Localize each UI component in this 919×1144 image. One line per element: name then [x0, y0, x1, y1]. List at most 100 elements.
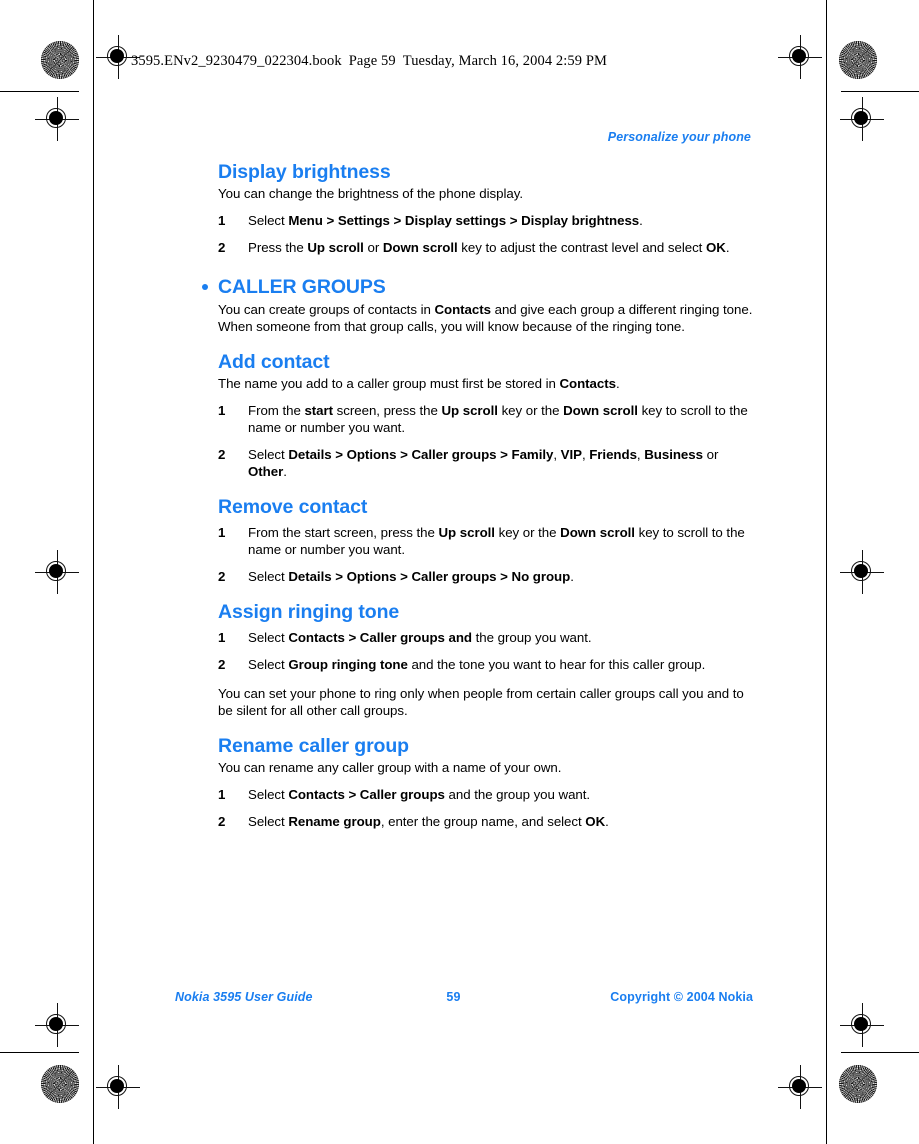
plain-text: Press the: [248, 240, 308, 255]
vertical-spacer: [218, 256, 753, 276]
step-number: 1: [218, 403, 226, 418]
plain-text: Select: [248, 569, 289, 584]
vertical-spacer: [218, 480, 753, 496]
emphasis-text: Up scroll: [441, 403, 498, 418]
vertical-spacer: [218, 776, 753, 786]
section-heading-text: Remove contact: [218, 496, 368, 518]
numbered-step-list: 1 From the start screen, press the Up scr…: [218, 524, 753, 585]
plain-text: key or the: [497, 403, 564, 418]
step-number: 2: [218, 240, 226, 255]
emphasis-text: Rename group: [288, 814, 381, 829]
plain-text: You can create groups of contacts in: [218, 302, 435, 317]
emphasis-text: Other: [248, 464, 284, 479]
plain-text: From the: [248, 403, 305, 418]
section-bullet-icon: [202, 284, 208, 290]
plain-text: .: [283, 464, 287, 479]
emphasis-text: OK: [585, 814, 606, 829]
emphasis-text: Down scroll: [560, 525, 635, 540]
step-item: 1 Select Contacts > Caller groups and the…: [218, 786, 753, 803]
emphasis-text: Contacts: [559, 376, 616, 391]
page-content: Display brightness You can change the bri…: [202, 161, 753, 830]
emphasis-text: VIP: [560, 447, 582, 462]
plain-text: From the start screen, press the: [248, 525, 439, 540]
step-item: 2 Select Group ringing tone and the tone …: [218, 656, 753, 673]
document-page: Personalize your phone Display brightnes…: [0, 0, 919, 1144]
plain-text: key to adjust the contrast level and sel…: [457, 240, 706, 255]
section-heading-text: Assign ringing tone: [218, 601, 400, 623]
section-intro-paragraph: You can change the brightness of the pho…: [218, 186, 523, 201]
plain-text: the group you want.: [472, 630, 592, 645]
footer-page-number: 59: [446, 990, 461, 1004]
plain-text: Select: [248, 657, 289, 672]
plain-text: Select: [248, 447, 289, 462]
section-heading-text: Display brightness: [218, 161, 391, 183]
running-head: Personalize your phone: [607, 130, 751, 144]
plain-text: .: [570, 569, 574, 584]
section-heading-text: CALLER GROUPS: [218, 276, 386, 298]
plain-text: screen, press the: [333, 403, 442, 418]
emphasis-text: Contacts > Caller groups and: [288, 630, 472, 645]
emphasis-text: Details > Options > Caller groups > No g…: [288, 569, 571, 584]
step-number: 2: [218, 814, 226, 829]
plain-text: Select: [248, 213, 289, 228]
emphasis-text: Menu > Settings > Display settings > Dis…: [288, 213, 640, 228]
vertical-spacer: [218, 585, 753, 601]
plain-text: .: [639, 213, 643, 228]
vertical-spacer: [218, 673, 753, 685]
section-heading-remove-contact: Remove contact: [218, 496, 753, 519]
step-item: 1 From the start screen, press the Up scr…: [218, 402, 753, 436]
step-item: 2 Select Rename group, enter the group na…: [218, 813, 753, 830]
step-item: 1 From the start screen, press the Up scr…: [218, 524, 753, 558]
numbered-step-list: 1 Select Contacts > Caller groups and the…: [218, 629, 753, 673]
emphasis-text: Friends: [589, 447, 637, 462]
plain-text: or: [363, 240, 383, 255]
section-heading-add-contact: Add contact: [218, 351, 753, 374]
step-number: 1: [218, 213, 226, 228]
step-number: 1: [218, 630, 226, 645]
section-heading-text: Add contact: [218, 351, 330, 373]
step-item: 1 Select Contacts > Caller groups and the…: [218, 629, 753, 646]
vertical-spacer: [218, 719, 753, 735]
section-heading-text: Rename caller group: [218, 735, 409, 757]
section-heading-assign-ringing-tone: Assign ringing tone: [218, 601, 753, 624]
emphasis-text: Contacts: [434, 302, 491, 317]
plain-text: Select: [248, 630, 289, 645]
section-outro-paragraph: You can set your phone to ring only when…: [218, 686, 744, 718]
numbered-step-list: 1 From the start screen, press the Up scr…: [218, 402, 753, 480]
step-item: 1 Select Menu > Settings > Display settin…: [218, 212, 753, 229]
plain-text: .: [605, 814, 609, 829]
plain-text: .: [725, 240, 730, 255]
step-number: 1: [218, 787, 226, 802]
emphasis-text: Details > Options > Caller groups > Fami…: [288, 447, 554, 462]
plain-text: Select: [248, 787, 289, 802]
emphasis-text: Down scroll: [563, 403, 638, 418]
section-heading-display-brightness: Display brightness: [218, 161, 753, 184]
step-number: 1: [218, 525, 226, 540]
section-heading-rename-caller-group: Rename caller group: [218, 735, 753, 758]
plain-text: or: [702, 447, 719, 462]
step-item: 2 Select Details > Options > Caller group…: [218, 568, 753, 585]
plain-text: Select: [248, 814, 289, 829]
numbered-step-list: 1 Select Contacts > Caller groups and the…: [218, 786, 753, 830]
section-intro-paragraph: You can create groups of contacts in Con…: [218, 301, 753, 335]
plain-text: The name you add to a caller group must …: [218, 376, 560, 391]
plain-text: ,: [553, 447, 561, 462]
emphasis-text: Up scroll: [307, 240, 364, 255]
footer-copyright: Copyright © 2004 Nokia: [610, 990, 753, 1004]
numbered-step-list: 1 Select Menu > Settings > Display settin…: [218, 212, 753, 256]
vertical-spacer: [218, 335, 753, 351]
plain-text: key or the: [494, 525, 561, 540]
step-number: 2: [218, 569, 226, 584]
step-number: 2: [218, 447, 226, 462]
step-item: 2 Press the Up scroll or Down scroll key …: [218, 239, 753, 256]
plain-text: , enter the group name, and select: [380, 814, 586, 829]
emphasis-text: Contacts > Caller groups: [288, 787, 445, 802]
section-heading-caller-groups: CALLER GROUPS: [202, 276, 753, 299]
section-intro-paragraph: You can rename any caller group with a n…: [218, 760, 562, 775]
vertical-spacer: [218, 202, 753, 212]
plain-text: .: [615, 376, 620, 391]
vertical-spacer: [218, 392, 753, 402]
emphasis-text: Up scroll: [438, 525, 496, 540]
plain-text: and the tone you want to hear for this c…: [407, 657, 706, 672]
emphasis-text: Group ringing tone: [288, 657, 408, 672]
